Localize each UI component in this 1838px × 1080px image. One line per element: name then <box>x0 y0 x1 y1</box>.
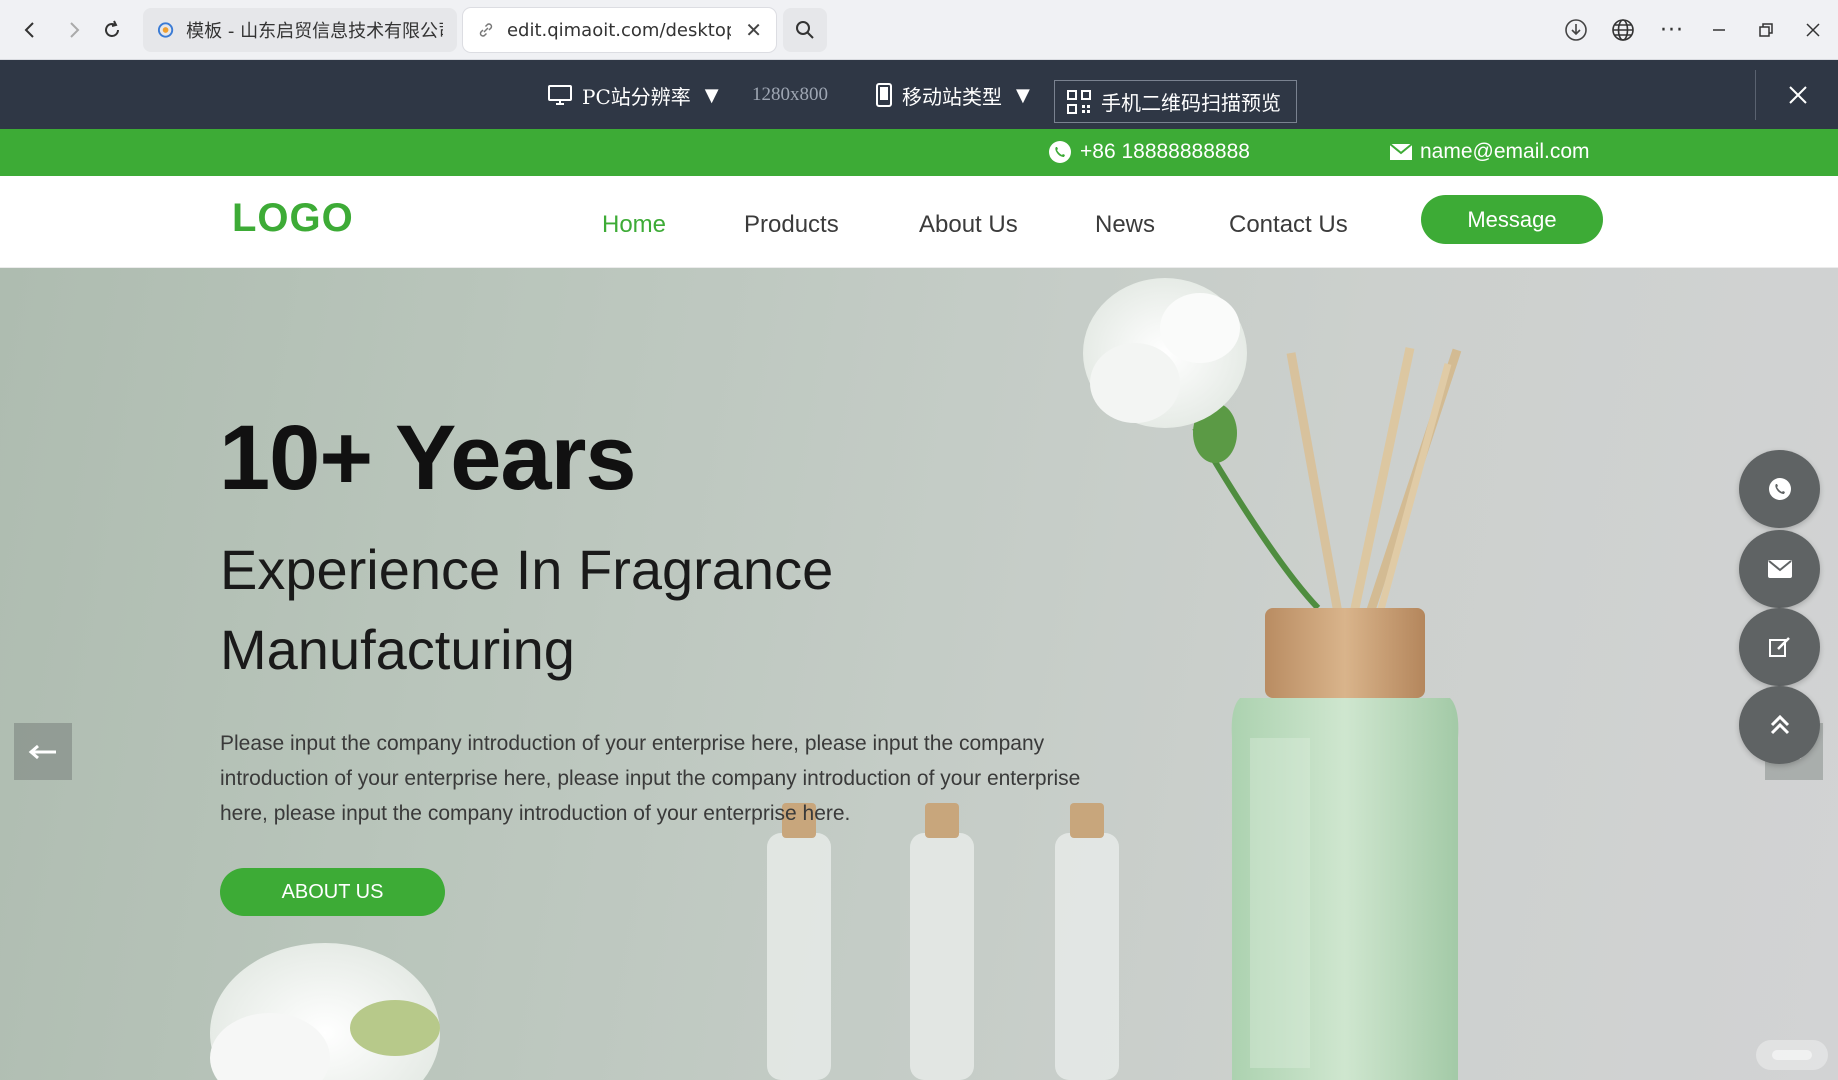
back-to-top-icon <box>1770 714 1789 735</box>
download-button[interactable] <box>1560 14 1592 46</box>
close-icon <box>1806 23 1820 37</box>
back-arrow-icon <box>24 22 34 38</box>
minimize-icon <box>1713 29 1725 31</box>
float-edit-button[interactable] <box>1739 608 1820 686</box>
whatsapp-icon <box>1049 141 1071 163</box>
tab-search-button[interactable] <box>783 8 827 52</box>
preview-toolbar: PC站分辨率 ▼ 1280x800 移动站类型 ▼ 手机二维码扫描预览 <box>0 60 1838 129</box>
browser-toolbar: 模板 - 山东启贸信息技术有限公司 edit.qimaoit.com/deskt… <box>0 0 1838 60</box>
tab-title: edit.qimaoit.com/desktop/i <box>506 19 732 41</box>
edit-icon <box>1768 637 1790 657</box>
mail-icon <box>1767 560 1792 578</box>
mobile-type-label: 移动站类型 <box>902 84 1002 109</box>
tab-editor[interactable]: edit.qimaoit.com/desktop/i ✕ <box>463 8 776 52</box>
message-button[interactable]: Message <box>1421 195 1603 244</box>
phone-number: +86 18888888888 <box>1080 140 1250 163</box>
monitor-icon <box>548 85 572 105</box>
minimize-button[interactable] <box>1703 14 1735 46</box>
hero-title: 10+ Years <box>219 407 637 509</box>
translate-button[interactable] <box>1607 14 1639 46</box>
envelope-icon <box>1390 144 1412 160</box>
nav-contact-us[interactable]: Contact Us <box>1229 211 1348 239</box>
qr-preview-label: 手机二维码扫描预览 <box>1101 91 1281 115</box>
nav-home[interactable]: Home <box>602 211 666 239</box>
download-icon <box>1565 19 1587 41</box>
hero-subtitle: Experience In Fragrance Manufacturing <box>220 538 834 681</box>
site-logo[interactable]: LOGO <box>232 196 354 241</box>
close-preview-button[interactable] <box>1780 77 1816 113</box>
close-icon <box>1789 86 1807 104</box>
arrow-left-icon <box>28 744 56 759</box>
more-dots-icon: ··· <box>1660 17 1684 43</box>
contact-bar: +86 18888888888 name@email.com <box>0 129 1838 176</box>
about-us-button[interactable]: ABOUT US <box>220 868 445 916</box>
globe-icon <box>1612 19 1634 41</box>
nav-about-us[interactable]: About Us <box>919 211 1018 239</box>
forward-button[interactable] <box>58 14 90 46</box>
hero-banner: 10+ Years Experience In Fragrance Manufa… <box>0 268 1838 1080</box>
nav-news[interactable]: News <box>1095 211 1155 239</box>
qr-preview-button[interactable]: 手机二维码扫描预览 <box>1054 80 1297 123</box>
watermark-badge <box>1756 1040 1828 1070</box>
float-whatsapp-button[interactable] <box>1739 450 1820 528</box>
back-button[interactable] <box>14 14 46 46</box>
search-icon <box>796 21 814 39</box>
close-tab-icon[interactable]: ✕ <box>745 18 762 42</box>
float-email-button[interactable] <box>1739 530 1820 608</box>
nav-products[interactable]: Products <box>744 211 839 239</box>
watermark-logo-icon <box>1772 1050 1812 1060</box>
dropdown-triangle-icon: ▼ <box>1016 84 1030 106</box>
whatsapp-icon <box>1768 478 1791 500</box>
more-menu-button[interactable]: ··· <box>1656 14 1688 46</box>
slider-prev-button[interactable] <box>14 723 72 780</box>
hero-description: Please input the company introduction of… <box>220 732 1081 825</box>
qr-code-icon <box>1067 89 1091 114</box>
pc-resolution-dropdown[interactable]: PC站分辨率 ▼ <box>548 78 719 112</box>
close-window-button[interactable] <box>1797 14 1829 46</box>
tab-title: 模板 - 山东启贸信息技术有限公司 <box>186 21 443 42</box>
resolution-value: 1280x800 <box>752 84 828 105</box>
float-back-to-top-button[interactable] <box>1739 686 1820 764</box>
tab-template[interactable]: 模板 - 山东启贸信息技术有限公司 <box>143 8 457 52</box>
reload-button[interactable] <box>96 14 128 46</box>
restore-button[interactable] <box>1750 14 1782 46</box>
link-icon <box>479 23 493 37</box>
site-header: LOGO Home Products About Us News Contact… <box>0 176 1838 268</box>
dropdown-triangle-icon: ▼ <box>704 84 719 106</box>
email-address: name@email.com <box>1420 140 1590 163</box>
contact-email[interactable]: name@email.com <box>1390 140 1590 164</box>
pc-resolution-label: PC站分辨率 <box>582 84 691 109</box>
phone-icon <box>876 83 892 107</box>
mobile-type-dropdown[interactable]: 移动站类型 ▼ <box>876 78 1030 112</box>
forward-arrow-icon <box>70 22 80 38</box>
toolbar-divider <box>1755 70 1756 120</box>
site-favicon-icon <box>157 22 174 38</box>
reload-icon <box>105 20 119 37</box>
contact-phone[interactable]: +86 18888888888 <box>1048 140 1250 164</box>
restore-icon <box>1759 23 1773 37</box>
